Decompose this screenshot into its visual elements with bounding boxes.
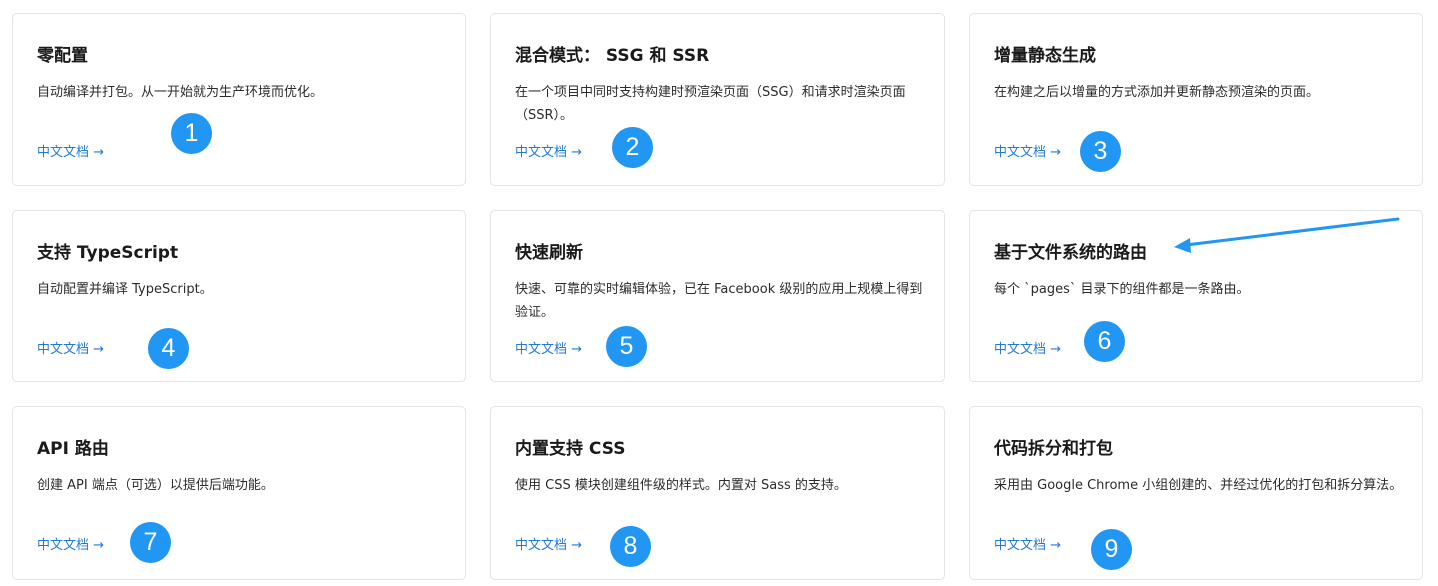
card-title: 零配置	[37, 46, 88, 66]
card-title: API 路由	[37, 439, 109, 459]
card-description: 每个 `pages` 目录下的组件都是一条路由。	[994, 282, 1250, 297]
number-badge-3: 3	[1080, 131, 1121, 172]
feature-card-code-splitting: 代码拆分和打包 采用由 Google Chrome 小组创建的、并经过优化的打包…	[969, 406, 1423, 580]
docs-link[interactable]: 中文文档 →	[994, 338, 1061, 357]
feature-card-filesystem-routing: 基于文件系统的路由 每个 `pages` 目录下的组件都是一条路由。 中文文档 …	[969, 210, 1423, 382]
number-badge-8: 8	[610, 526, 651, 567]
docs-link[interactable]: 中文文档 →	[515, 338, 582, 357]
card-title: 基于文件系统的路由	[994, 243, 1147, 263]
number-badge-7: 7	[130, 522, 171, 563]
card-description: 创建 API 端点（可选）以提供后端功能。	[37, 478, 274, 493]
feature-card-api-routes: API 路由 创建 API 端点（可选）以提供后端功能。 中文文档 →	[12, 406, 466, 580]
docs-link[interactable]: 中文文档 →	[37, 534, 104, 553]
card-title: 快速刷新	[515, 243, 583, 263]
feature-card-zero-config: 零配置 自动编译并打包。从一开始就为生产环境而优化。 中文文档 →	[12, 13, 466, 186]
docs-link[interactable]: 中文文档 →	[515, 534, 582, 553]
card-description: 使用 CSS 模块创建组件级的样式。内置对 Sass 的支持。	[515, 478, 847, 493]
card-title: 内置支持 CSS	[515, 439, 626, 459]
feature-card-fast-refresh: 快速刷新 快速、可靠的实时编辑体验，已在 Facebook 级别的应用上规模上得…	[490, 210, 945, 382]
feature-card-builtin-css: 内置支持 CSS 使用 CSS 模块创建组件级的样式。内置对 Sass 的支持。…	[490, 406, 945, 580]
number-badge-1: 1	[171, 113, 212, 154]
card-description: 采用由 Google Chrome 小组创建的、并经过优化的打包和拆分算法。	[994, 478, 1403, 493]
number-badge-9: 9	[1091, 529, 1132, 570]
card-title: 代码拆分和打包	[994, 439, 1113, 459]
docs-link[interactable]: 中文文档 →	[515, 141, 582, 160]
card-title: 混合模式： SSG 和 SSR	[515, 46, 710, 66]
card-title: 增量静态生成	[994, 46, 1096, 66]
feature-card-hybrid-ssg-ssr: 混合模式： SSG 和 SSR 在一个项目中同时支持构建时预渲染页面（SSG）和…	[490, 13, 945, 186]
card-description: 快速、可靠的实时编辑体验，已在 Facebook 级别的应用上规模上得到验证。	[515, 282, 923, 320]
docs-link[interactable]: 中文文档 →	[37, 338, 104, 357]
card-description: 自动配置并编译 TypeScript。	[37, 282, 213, 297]
docs-link[interactable]: 中文文档 →	[994, 141, 1061, 160]
feature-card-typescript: 支持 TypeScript 自动配置并编译 TypeScript。 中文文档 →	[12, 210, 466, 382]
number-badge-2: 2	[612, 127, 653, 168]
docs-link[interactable]: 中文文档 →	[994, 534, 1061, 553]
card-description: 自动编译并打包。从一开始就为生产环境而优化。	[37, 85, 324, 100]
card-description: 在构建之后以增量的方式添加并更新静态预渲染的页面。	[994, 85, 1320, 100]
number-badge-5: 5	[606, 326, 647, 367]
card-description: 在一个项目中同时支持构建时预渲染页面（SSG）和请求时渲染页面（SSR）。	[515, 85, 906, 123]
feature-card-incremental-static: 增量静态生成 在构建之后以增量的方式添加并更新静态预渲染的页面。 中文文档 →	[969, 13, 1423, 186]
docs-link[interactable]: 中文文档 →	[37, 141, 104, 160]
number-badge-4: 4	[148, 328, 189, 369]
number-badge-6: 6	[1084, 321, 1125, 362]
card-title: 支持 TypeScript	[37, 243, 179, 263]
